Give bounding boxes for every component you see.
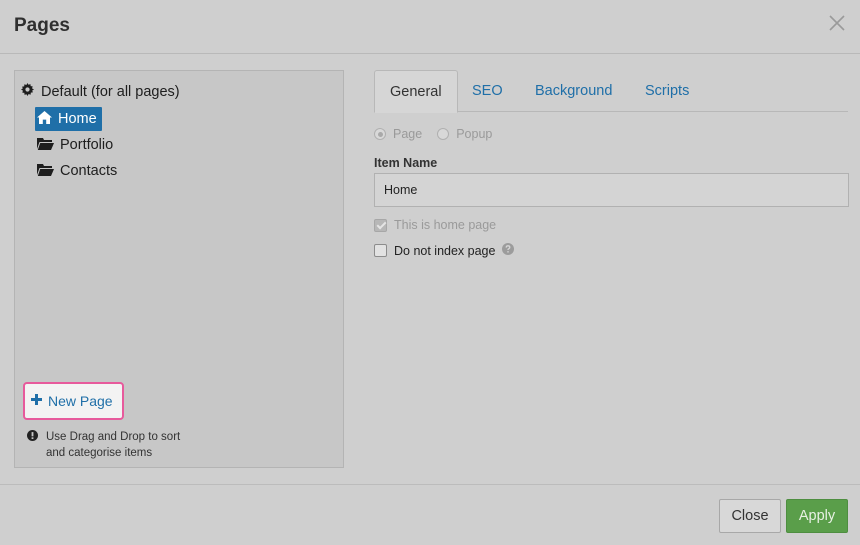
new-page-label: New Page — [48, 393, 113, 409]
question-circle-icon[interactable] — [502, 243, 515, 258]
tree-item-label: Portfolio — [60, 137, 114, 153]
exclamation-circle-icon — [27, 430, 38, 461]
tree-item-portfolio[interactable]: Portfolio — [35, 133, 118, 157]
tree-item-contacts[interactable]: Contacts — [35, 159, 122, 183]
tab-background[interactable]: Background — [520, 70, 627, 112]
tree-root-default[interactable]: Default (for all pages) — [21, 83, 180, 100]
item-name-field[interactable] — [374, 173, 849, 207]
pages-tree-panel: Default (for all pages) Home Portfolio C… — [14, 70, 344, 468]
no-index-checkbox[interactable] — [374, 244, 387, 257]
settings-tabs: General SEO Background Scripts — [374, 70, 848, 113]
item-type-radio-group: Page Popup — [374, 127, 492, 141]
home-page-checkbox — [374, 218, 387, 232]
gear-icon — [21, 83, 41, 100]
hint-line-2: and categorise items — [46, 447, 153, 459]
no-index-label: Do not index page — [394, 243, 496, 258]
radio-popup[interactable] — [437, 128, 450, 140]
radio-page[interactable] — [374, 128, 386, 140]
tree-item-label: Home — [58, 111, 97, 127]
home-page-label: This is home page — [394, 218, 497, 232]
radio-popup-label: Popup — [456, 127, 493, 141]
dialog-footer: Close Apply — [0, 484, 860, 545]
item-name-label: Item Name — [374, 156, 438, 170]
new-page-button[interactable]: New Page — [23, 382, 124, 420]
drag-drop-hint: Use Drag and Drop to sort and categorise… — [27, 429, 180, 461]
home-page-checkbox-row: This is home page — [374, 218, 496, 232]
close-button[interactable]: Close — [719, 499, 781, 533]
dialog-header: Pages — [0, 0, 860, 54]
dialog-title: Pages — [14, 15, 70, 36]
radio-page-label: Page — [393, 127, 423, 141]
tree-item-label: Contacts — [60, 163, 118, 179]
hint-line-1: Use Drag and Drop to sort — [46, 431, 181, 443]
tab-general[interactable]: General — [374, 70, 458, 113]
close-icon[interactable] — [828, 14, 846, 32]
tree-root-label: Default (for all pages) — [41, 83, 180, 100]
folder-open-icon — [37, 163, 60, 180]
tab-seo[interactable]: SEO — [457, 70, 518, 112]
tree-item-home[interactable]: Home — [35, 107, 102, 131]
plus-icon — [30, 393, 48, 409]
tab-scripts[interactable]: Scripts — [630, 70, 704, 112]
no-index-checkbox-row: Do not index page — [374, 243, 515, 258]
apply-button[interactable]: Apply — [786, 499, 848, 533]
folder-open-icon — [37, 137, 60, 154]
pages-dialog: Pages Default (for all pages) Home Portf… — [0, 0, 860, 545]
home-icon — [37, 110, 58, 128]
